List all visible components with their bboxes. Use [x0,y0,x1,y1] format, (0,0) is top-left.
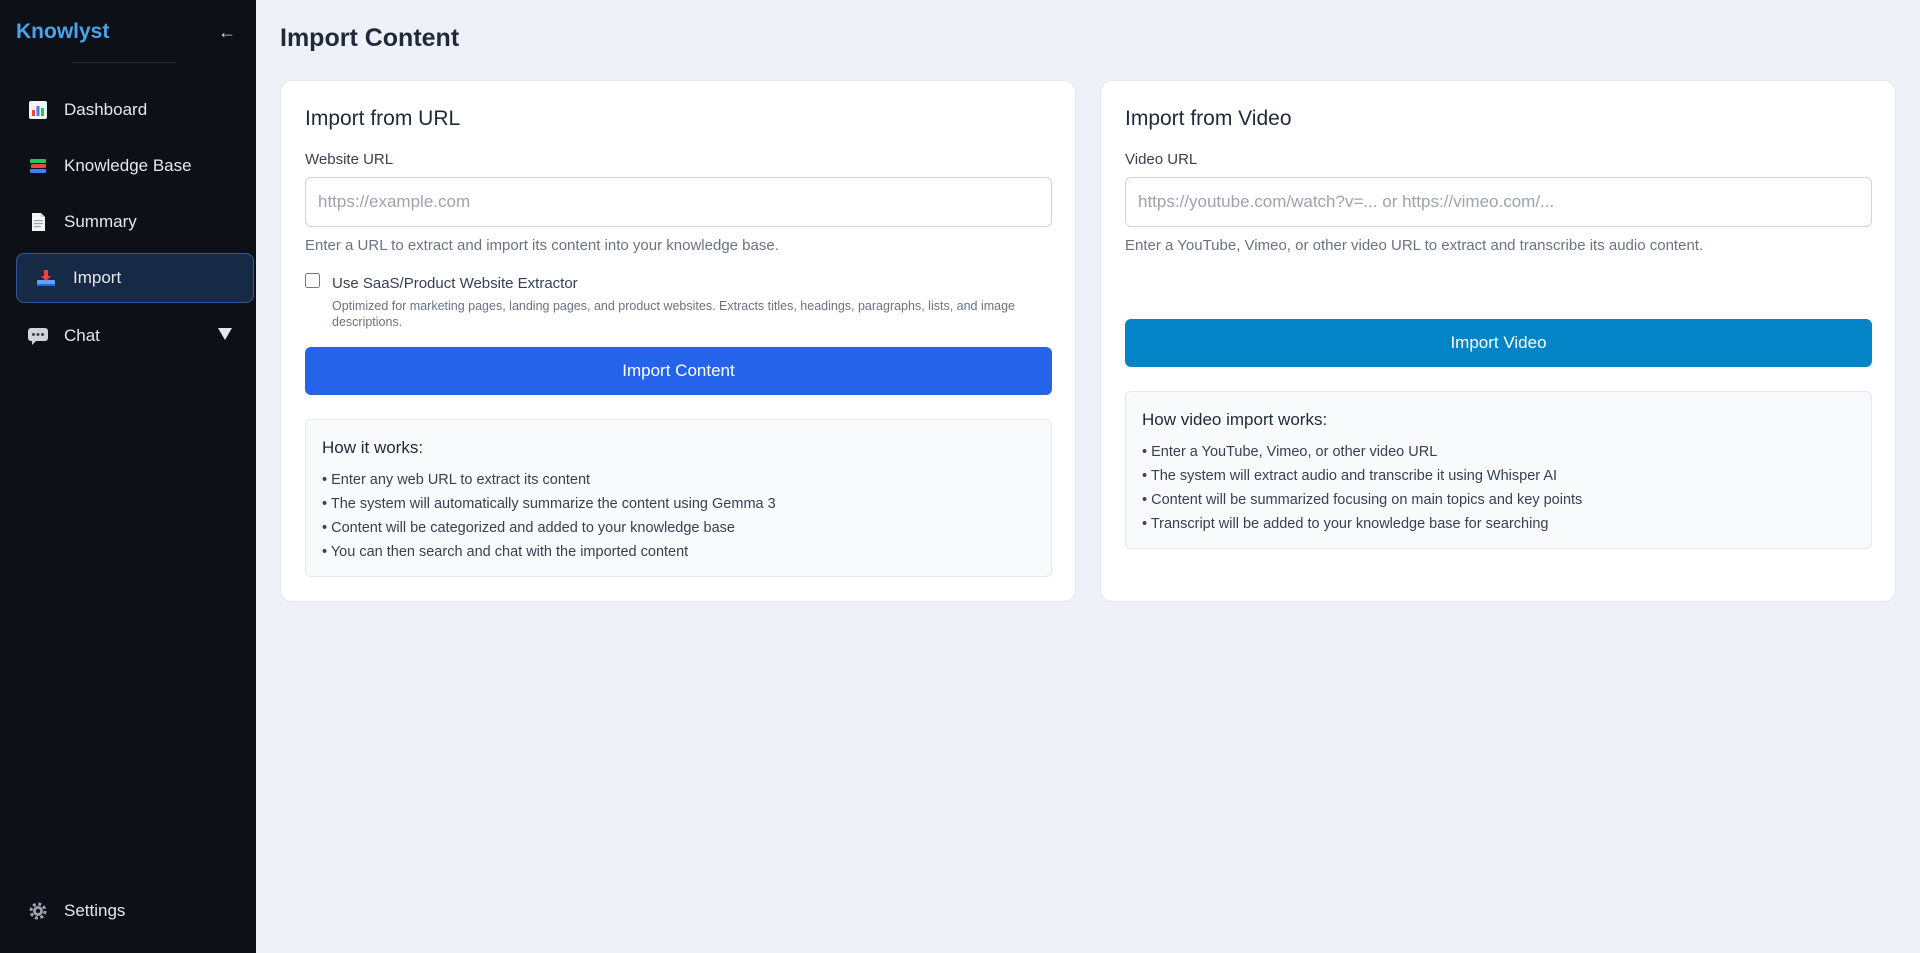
saas-extractor-checkbox[interactable] [305,273,320,288]
list-item: The system will extract audio and transc… [1142,464,1582,488]
import-content-button[interactable]: Import Content [305,347,1052,395]
sidebar-item-label: Dashboard [64,100,148,119]
books-icon [27,155,49,177]
sidebar-item-label: Chat [64,326,100,345]
sidebar-item-label: Knowledge Base [64,156,192,175]
sidebar-item-dashboard[interactable]: Dashboard [16,85,254,135]
page-title: Import Content [280,24,460,52]
list-item: The system will automatically summarize … [322,492,776,516]
website-url-input[interactable] [305,177,1052,227]
help-text: Enter a YouTube, Vimeo, or other video U… [1125,237,1704,254]
import-video-button[interactable]: Import Video [1125,319,1872,367]
list-item: Enter a YouTube, Vimeo, or other video U… [1142,440,1582,464]
sidebar-item-summary[interactable]: Summary [16,197,254,247]
list-item: Content will be summarized focusing on m… [1142,488,1582,512]
video-url-label: Video URL [1125,151,1198,168]
collapse-sidebar-button[interactable]: ← [218,22,236,43]
import-url-card: Import from URL Website URL Enter a URL … [280,80,1076,602]
info-title: How it works: [322,438,424,457]
document-icon [27,211,49,233]
sidebar-item-label: Import [73,268,122,287]
website-url-label: Website URL [305,151,394,168]
sidebar-item-label: Summary [64,212,137,231]
gear-icon [27,900,49,922]
list-item: Enter any web URL to extract its content [322,468,776,492]
list-item: Transcript will be added to your knowled… [1142,512,1582,536]
chevron-down-icon[interactable] [218,328,232,340]
speech-bubble-icon [27,325,49,347]
sidebar-item-knowledge-base[interactable]: Knowledge Base [16,141,254,191]
import-video-card: Import from Video Video URL Enter a YouT… [1100,80,1896,602]
card-title: Import from URL [305,107,461,130]
saas-extractor-description: Optimized for marketing pages, landing p… [332,299,1016,329]
sidebar-item-import[interactable]: Import [16,253,254,303]
brand-row: Knowlyst ← [0,0,256,64]
video-url-input[interactable] [1125,177,1872,227]
list-item: Content will be categorized and added to… [322,516,776,540]
bar-chart-icon [27,99,49,121]
how-video-import-works-box: How video import works: Enter a YouTube,… [1125,391,1872,549]
how-it-works-box: How it works: Enter any web URL to extra… [305,419,1052,577]
saas-extractor-label[interactable]: Use SaaS/Product Website Extractor [332,275,578,292]
info-title: How video import works: [1142,410,1328,429]
sidebar: Knowlyst ← Dashboard Knowledge Base Summ… [0,0,256,953]
info-list: Enter a YouTube, Vimeo, or other video U… [1142,440,1582,536]
sidebar-item-settings[interactable]: Settings [16,886,254,936]
inbox-tray-icon [35,267,57,289]
info-list: Enter any web URL to extract its content… [322,468,776,564]
list-item: You can then search and chat with the im… [322,540,776,564]
help-text: Enter a URL to extract and import its co… [305,237,779,254]
divider [72,62,176,63]
card-title: Import from Video [1125,107,1292,130]
sidebar-item-chat[interactable]: Chat [16,311,254,361]
brand-logo[interactable]: Knowlyst [16,20,109,44]
sidebar-item-label: Settings [64,901,126,920]
